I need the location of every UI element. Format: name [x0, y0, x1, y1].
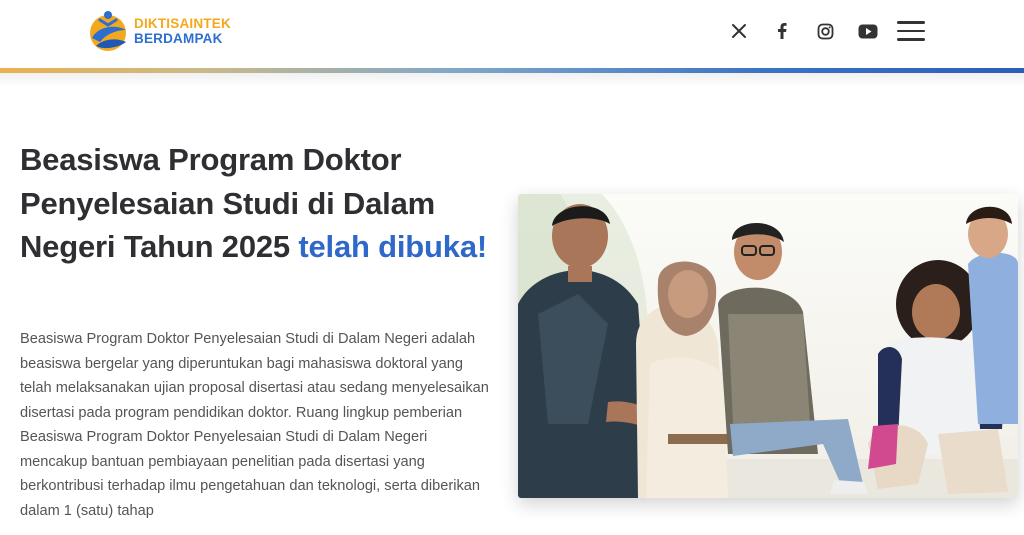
site-header: DIKTISAINTEK BERDAMPAK	[0, 0, 1024, 68]
students-photo-illustration	[518, 194, 1018, 498]
x-icon[interactable]	[726, 18, 752, 44]
instagram-icon[interactable]	[812, 18, 838, 44]
site-logo[interactable]: DIKTISAINTEK BERDAMPAK	[86, 8, 231, 54]
social-links	[726, 18, 898, 44]
header-shadow	[0, 73, 1024, 87]
logo-line-1: DIKTISAINTEK	[134, 16, 231, 31]
logo-line-2: BERDAMPAK	[134, 31, 223, 46]
hamburger-menu-icon[interactable]	[897, 18, 925, 44]
headline-highlight: telah dibuka!	[298, 229, 487, 264]
facebook-icon[interactable]	[769, 18, 795, 44]
hero-photo	[518, 194, 1018, 498]
hero-description: Beasiswa Program Doktor Penyelesaian Stu…	[20, 331, 489, 519]
logo-text: DIKTISAINTEK BERDAMPAK	[134, 16, 231, 46]
logo-mark-icon	[90, 11, 126, 51]
youtube-icon[interactable]	[855, 18, 881, 44]
hero-headline: Beasiswa Program Doktor Penyelesaian Stu…	[20, 138, 490, 269]
